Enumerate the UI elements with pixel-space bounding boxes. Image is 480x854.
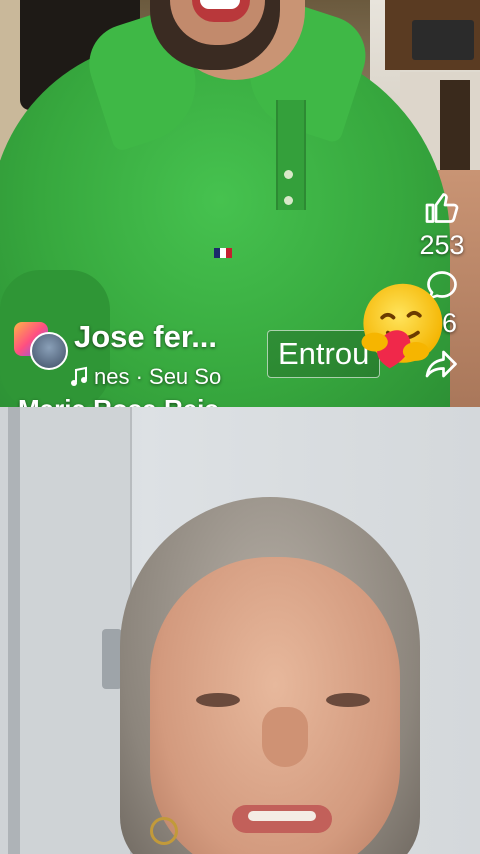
earring bbox=[150, 817, 178, 845]
thumbs-up-icon[interactable] bbox=[424, 190, 460, 226]
likes-count: 253 bbox=[419, 230, 465, 260]
guest-video[interactable] bbox=[0, 407, 480, 854]
host-video[interactable]: 253 86 Jose fer... nes · Seu So Maria Ro… bbox=[0, 0, 480, 407]
avatar-stack bbox=[12, 318, 68, 374]
background-door bbox=[0, 407, 132, 854]
shirt-logo bbox=[214, 248, 232, 258]
guest-name-partial: Maria Rosa Reis bbox=[18, 394, 219, 407]
host-avatar[interactable] bbox=[30, 332, 68, 370]
music-note-icon bbox=[71, 366, 87, 386]
music-text: nes · Seu So bbox=[94, 364, 222, 389]
care-emoji-icon bbox=[361, 283, 443, 369]
music-row[interactable]: nes · Seu So bbox=[70, 364, 248, 390]
host-name[interactable]: Jose fer... bbox=[74, 318, 217, 356]
